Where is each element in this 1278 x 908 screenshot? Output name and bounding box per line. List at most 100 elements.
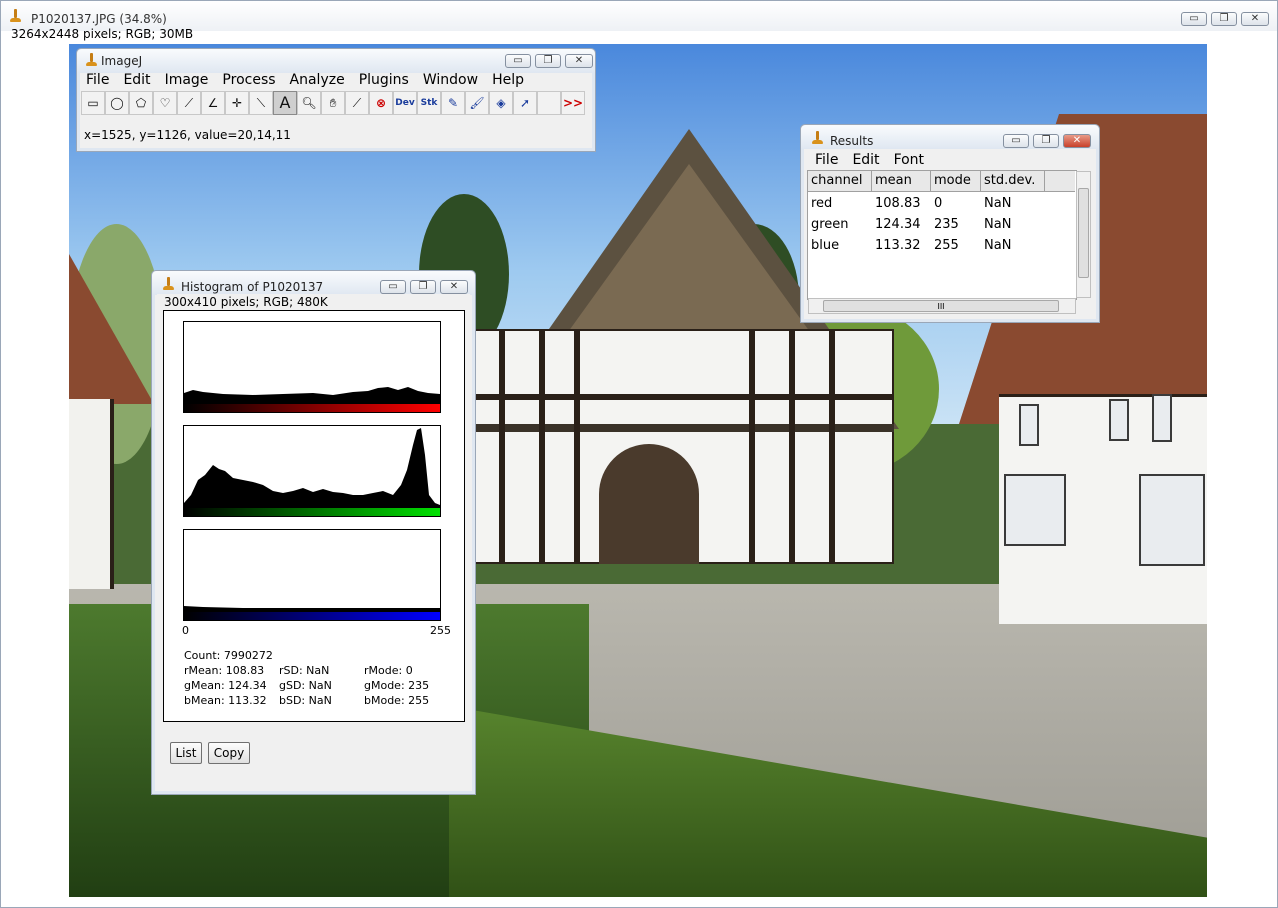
table-row[interactable]: blue 113.32 255 NaN [808, 236, 1075, 257]
polygon-tool-icon[interactable]: ⬠ [129, 91, 153, 115]
results-minimize-button[interactable]: ▭ [1003, 134, 1029, 148]
table-cell: 255 [934, 238, 959, 253]
minimize-button[interactable]: ▭ [1181, 12, 1207, 26]
column-header[interactable]: channel [808, 171, 872, 191]
copy-button[interactable]: Copy [208, 742, 250, 764]
close-button[interactable]: ✕ [1241, 12, 1269, 26]
image-info-text: 3264x2448 pixels; RGB; 30MB [11, 27, 194, 41]
menu-process[interactable]: Process [215, 72, 282, 88]
results-close-button[interactable]: ✕ [1063, 134, 1091, 148]
brush-tool-icon[interactable]: 🖌︎ [465, 91, 489, 115]
table-row[interactable]: green 124.34 235 NaN [808, 215, 1075, 236]
oval-tool-icon[interactable]: ◯ [105, 91, 129, 115]
line-tool-icon[interactable]: ⟋ [177, 91, 201, 115]
point-tool-icon[interactable]: ✛ [225, 91, 249, 115]
table-cell: green [811, 217, 849, 232]
blue-mean: bMean: 113.32 [184, 694, 267, 707]
blank-tool-icon[interactable] [537, 91, 561, 115]
menu-help[interactable]: Help [485, 72, 531, 88]
red-histogram-plot [183, 321, 441, 403]
menu-window[interactable]: Window [416, 72, 485, 88]
results-menu-font[interactable]: Font [887, 152, 931, 168]
histogram-maximize-button[interactable]: ❐ [410, 280, 436, 294]
results-vertical-scrollbar[interactable] [1076, 171, 1091, 298]
blue-histogram-plot [183, 529, 441, 611]
table-cell: NaN [984, 217, 1012, 232]
histogram-info-text: 300x410 pixels; RGB; 480K [164, 295, 328, 309]
imagej-status-text: x=1525, y=1126, value=20,14,11 [84, 128, 291, 142]
table-cell: NaN [984, 196, 1012, 211]
results-title-bar[interactable]: Results ▭ ❐ ✕ [801, 125, 1099, 149]
dropper-tool-icon[interactable]: ⟋ [345, 91, 369, 115]
table-cell: blue [811, 238, 840, 253]
blue-sd: bSD: NaN [279, 694, 332, 707]
more-tools-icon[interactable]: >> [561, 91, 585, 115]
maximize-button[interactable]: ❐ [1211, 12, 1237, 26]
column-header[interactable]: mean [872, 171, 931, 191]
imagej-maximize-button[interactable]: ❐ [535, 54, 561, 68]
imagej-minimize-button[interactable]: ▭ [505, 54, 531, 68]
stk-tool-icon[interactable]: Stk [417, 91, 441, 115]
imagej-title-bar[interactable]: ImageJ ▭ ❐ ✕ [77, 49, 595, 73]
angle-tool-icon[interactable]: ∠ [201, 91, 225, 115]
menu-file[interactable]: File [79, 72, 116, 88]
table-cell: 124.34 [875, 217, 921, 232]
green-mean: gMean: 124.34 [184, 679, 267, 692]
green-mode: gMode: 235 [364, 679, 430, 692]
table-cell: 113.32 [875, 238, 921, 253]
menu-analyze[interactable]: Analyze [283, 72, 352, 88]
rectangle-tool-icon[interactable]: ▭ [81, 91, 105, 115]
cancel-tool-icon[interactable]: ⊗ [369, 91, 393, 115]
imagej-close-button[interactable]: ✕ [565, 54, 593, 68]
red-mean: rMean: 108.83 [184, 664, 265, 677]
blue-gradient-bar [183, 611, 441, 621]
table-cell: red [811, 196, 833, 211]
histogram-title: Histogram of P1020137 [181, 280, 324, 294]
imagej-microscope-icon [85, 53, 99, 67]
column-header[interactable]: mode [931, 171, 981, 191]
menu-image[interactable]: Image [158, 72, 216, 88]
histogram-close-button[interactable]: ✕ [440, 280, 468, 294]
axis-min-label: 0 [182, 624, 189, 637]
imagej-toolbar: ▭ ◯ ⬠ ♡ ⟋ ∠ ✛ ⟍ A 🔍︎ ✋︎ ⟋ ⊗ Dev Stk ✎ 🖌︎… [81, 91, 585, 115]
flood-fill-tool-icon[interactable]: ◈ [489, 91, 513, 115]
table-cell: 0 [934, 196, 943, 211]
table-row[interactable]: red 108.83 0 NaN [808, 194, 1075, 215]
column-header-filler [1045, 171, 1075, 191]
results-horizontal-scrollbar[interactable]: III [808, 298, 1076, 314]
menu-edit[interactable]: Edit [116, 72, 157, 88]
histogram-title-bar[interactable]: Histogram of P1020137 ▭ ❐ ✕ [152, 271, 475, 295]
results-maximize-button[interactable]: ❐ [1033, 134, 1059, 148]
green-gradient-bar [183, 507, 441, 517]
histogram-minimize-button[interactable]: ▭ [380, 280, 406, 294]
list-button[interactable]: List [170, 742, 202, 764]
table-cell: 235 [934, 217, 959, 232]
arrow-tool-icon[interactable]: ➚ [513, 91, 537, 115]
red-sd: rSD: NaN [279, 664, 330, 677]
scrollbar-grip[interactable]: III [823, 300, 1059, 312]
imagej-title: ImageJ [101, 54, 143, 68]
green-sd: gSD: NaN [279, 679, 332, 692]
wand-tool-icon[interactable]: ⟍ [249, 91, 273, 115]
imagej-microscope-icon [162, 277, 176, 291]
main-window-title: P1020137.JPG (34.8%) [31, 12, 167, 26]
menu-plugins[interactable]: Plugins [352, 72, 416, 88]
results-menu-edit[interactable]: Edit [845, 152, 886, 168]
green-histogram-plot [183, 425, 441, 507]
imagej-microscope-icon [811, 131, 825, 145]
results-title: Results [830, 134, 874, 148]
pixel-count: Count: 7990272 [184, 649, 273, 662]
results-menu-file[interactable]: File [808, 152, 845, 168]
magnifier-tool-icon[interactable]: 🔍︎ [297, 91, 321, 115]
freehand-tool-icon[interactable]: ♡ [153, 91, 177, 115]
red-gradient-bar [183, 403, 441, 413]
red-mode: rMode: 0 [364, 664, 413, 677]
blue-mode: bMode: 255 [364, 694, 430, 707]
text-tool-icon[interactable]: A [273, 91, 297, 115]
imagej-menubar: File Edit Image Process Analyze Plugins … [79, 72, 531, 88]
table-cell: NaN [984, 238, 1012, 253]
column-header[interactable]: std.dev. [981, 171, 1045, 191]
pencil-tool-icon[interactable]: ✎ [441, 91, 465, 115]
dev-tool-icon[interactable]: Dev [393, 91, 417, 115]
hand-tool-icon[interactable]: ✋︎ [321, 91, 345, 115]
